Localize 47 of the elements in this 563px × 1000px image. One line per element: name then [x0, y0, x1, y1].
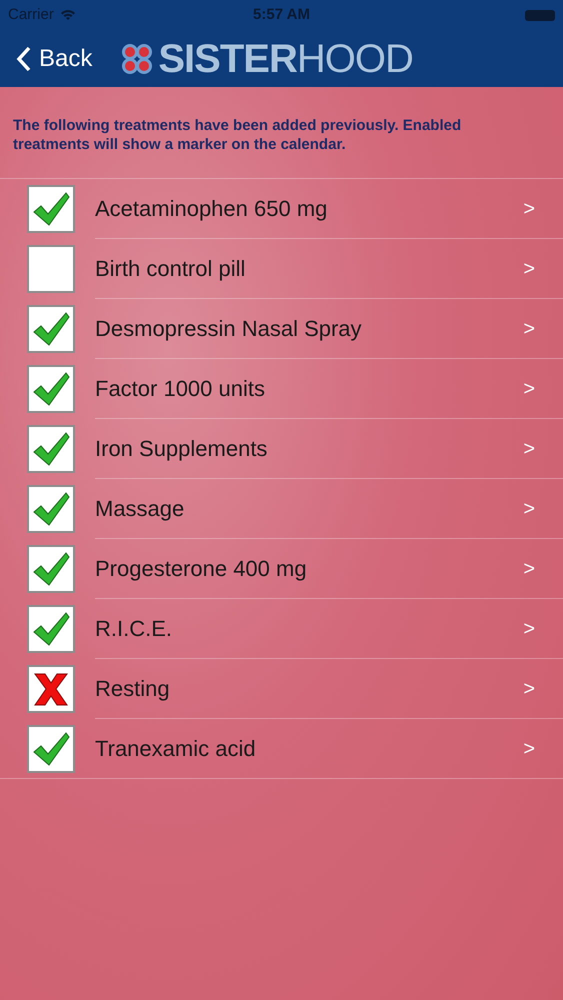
treatment-name[interactable]: Factor 1000 units	[95, 372, 265, 405]
checkbox[interactable]	[27, 724, 75, 772]
disclosure-chevron[interactable]: >	[523, 434, 535, 464]
disclosure-chevron[interactable]: >	[523, 194, 535, 224]
flower-logo-icon	[120, 42, 154, 76]
disclosure-chevron[interactable]: >	[523, 554, 535, 584]
treatment-name[interactable]: Resting	[95, 672, 170, 705]
checkbox[interactable]	[27, 305, 75, 353]
treatment-name[interactable]: Massage	[95, 492, 184, 525]
disclosure-chevron[interactable]: >	[523, 734, 535, 764]
disclosure-chevron[interactable]: >	[523, 494, 535, 524]
clock-label: 5:57 AM	[253, 4, 310, 25]
checkbox[interactable]	[27, 185, 75, 233]
carrier-label: Carrier	[8, 4, 54, 25]
wifi-icon	[60, 9, 76, 21]
treatment-name[interactable]: Desmopressin Nasal Spray	[95, 312, 362, 345]
checkmark-icon	[32, 490, 70, 528]
disclosure-chevron[interactable]: >	[523, 674, 535, 704]
checkbox[interactable]	[27, 665, 75, 713]
disclosure-chevron[interactable]: >	[523, 314, 535, 344]
checkmark-icon	[32, 550, 70, 588]
treatment-name[interactable]: Acetaminophen 650 mg	[95, 192, 328, 225]
checkbox[interactable]	[27, 545, 75, 593]
checkmark-icon	[32, 190, 70, 228]
treatment-name[interactable]: Progesterone 400 mg	[95, 552, 307, 585]
checkbox[interactable]	[27, 485, 75, 533]
checkmark-icon	[32, 430, 70, 468]
treatment-name[interactable]: Birth control pill	[95, 252, 246, 285]
checkbox[interactable]	[27, 425, 75, 473]
checkmark-icon	[32, 370, 70, 408]
checkbox[interactable]	[27, 245, 75, 293]
disclosure-chevron[interactable]: >	[523, 254, 535, 284]
intro-text: The following treatments have been added previously. Enabled treatments will show a marker on the calendar.	[12, 116, 462, 154]
chevron-left-icon	[16, 46, 31, 72]
treatment-name[interactable]: R.I.C.E.	[95, 612, 172, 645]
treatment-name[interactable]: Tranexamic acid	[95, 732, 256, 765]
checkmark-icon	[32, 730, 70, 768]
disclosure-chevron[interactable]: >	[523, 614, 535, 644]
app-logo: SISTERHOOD	[158, 38, 413, 78]
disclosure-chevron[interactable]: >	[523, 374, 535, 404]
checkmark-icon	[32, 310, 70, 348]
checkbox[interactable]	[27, 605, 75, 653]
battery-icon	[525, 10, 555, 20]
treatment-name[interactable]: Iron Supplements	[95, 432, 268, 465]
back-button[interactable]: Back	[16, 40, 92, 76]
checkmark-icon	[32, 610, 70, 648]
checkbox[interactable]	[27, 365, 75, 413]
